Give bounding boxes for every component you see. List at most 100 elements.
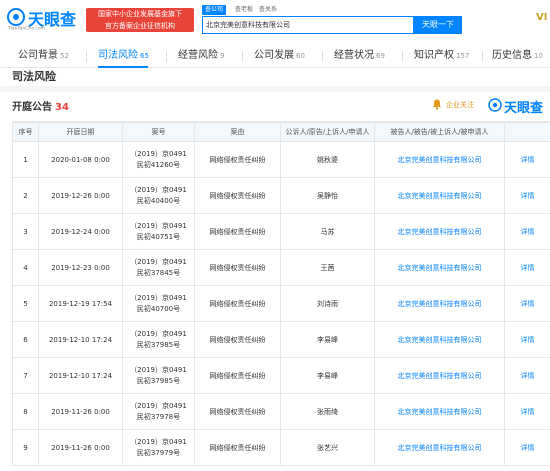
tab-company-background[interactable]: 公司背景 52: [18, 44, 69, 68]
detail-link[interactable]: 详情: [504, 429, 550, 466]
cell-index: 8: [12, 393, 39, 430]
tab-company-development[interactable]: 公司发展 60: [254, 44, 305, 68]
cell-defendant-link[interactable]: 北京完美创意科技有限公司: [374, 177, 505, 214]
cell-case-no: （2019）京0491 民初37978号: [122, 393, 195, 430]
table-header-row: 序号 开庭日期 案号 案由 公诉人/原告/上诉人/申请人 被告人/被告/被上诉人…: [12, 122, 550, 142]
search-tab-boss[interactable]: 查老板: [232, 5, 256, 15]
cell-case-no: （2019）京0491 民初41260号: [122, 141, 195, 178]
case-no-line1: （2019）京0491: [130, 149, 187, 158]
cell-defendant-link[interactable]: 北京完美创意科技有限公司: [374, 249, 505, 286]
cell-index: 7: [12, 357, 39, 394]
tab-business-status[interactable]: 经营状况 69: [334, 44, 385, 68]
badge-line-2: 官方备案企业征信机构: [105, 22, 175, 30]
case-no-line1: （2019）京0491: [130, 293, 187, 302]
tab-intellectual-property[interactable]: 知识产权 157: [414, 44, 469, 68]
table-row: 7 2019-12-10 17:24 （2019）京0491 民初37985号 网…: [12, 357, 550, 394]
cell-case-no: （2019）京0491 民初40700号: [122, 285, 195, 322]
table-row: 6 2019-12-10 17:24 （2019）京0491 民初37985号 网…: [12, 321, 550, 358]
cell-defendant-link[interactable]: 北京完美创意科技有限公司: [374, 321, 505, 358]
header: 天眼查 TianYanCha.com 国家中小企业发展基金旗下 官方备案企业征信…: [0, 0, 550, 44]
cell-date: 2020-01-08 0:00: [38, 141, 123, 178]
detail-link[interactable]: 详情: [504, 213, 550, 250]
case-no-line1: （2019）京0491: [130, 221, 187, 230]
tab-count: 60: [296, 52, 305, 60]
tab-count: 10: [534, 52, 543, 60]
tab-history[interactable]: 历史信息 10: [492, 44, 543, 68]
case-no-line1: （2019）京0491: [130, 401, 187, 410]
cell-plaintiff: 王茜: [280, 249, 375, 286]
watermark-eye-icon: [488, 98, 502, 112]
case-no-line2: 民初37979号: [136, 448, 181, 457]
table-row: 4 2019-12-23 0:00 （2019）京0491 民初37845号 网络…: [12, 249, 550, 286]
logo-subtext: TianYanCha.com: [8, 26, 46, 32]
search-tab-relation[interactable]: 查关系: [256, 5, 280, 15]
case-no-line1: （2019）京0491: [130, 365, 187, 374]
cell-defendant-link[interactable]: 北京完美创意科技有限公司: [374, 357, 505, 394]
cell-defendant-link[interactable]: 北京完美创意科技有限公司: [374, 141, 505, 178]
case-no-line2: 民初37985号: [136, 376, 181, 385]
cell-index: 2: [12, 177, 39, 214]
case-no-line2: 民初40700号: [136, 304, 181, 313]
vip-link[interactable]: VI: [536, 12, 547, 23]
cell-date: 2019-12-23 0:00: [38, 249, 123, 286]
tab-label: 公司背景: [18, 50, 58, 61]
detail-link[interactable]: 详情: [504, 321, 550, 358]
cell-date: 2019-12-10 17:24: [38, 321, 123, 358]
case-no-line2: 民初37985号: [136, 340, 181, 349]
table-row: 5 2019-12-19 17:54 （2019）京0491 民初40700号 网…: [12, 285, 550, 322]
cell-cause: 网络侵权责任纠纷: [194, 321, 281, 358]
cell-defendant-link[interactable]: 北京完美创意科技有限公司: [374, 393, 505, 430]
case-no-line1: （2019）京0491: [130, 437, 187, 446]
search-input[interactable]: 北京完美创意科技有限公司: [202, 16, 414, 34]
logo[interactable]: 天眼查 TianYanCha.com: [6, 6, 78, 36]
col-header-action: [504, 122, 550, 142]
cell-defendant-link[interactable]: 北京完美创意科技有限公司: [374, 285, 505, 322]
cell-cause: 网络侵权责任纠纷: [194, 357, 281, 394]
cell-cause: 网络侵权责任纠纷: [194, 393, 281, 430]
cell-cause: 网络侵权责任纠纷: [194, 177, 281, 214]
detail-link[interactable]: 详情: [504, 393, 550, 430]
detail-link[interactable]: 详情: [504, 357, 550, 394]
cell-date: 2019-12-26 0:00: [38, 177, 123, 214]
tab-label: 历史信息: [492, 50, 532, 61]
col-header-cause: 案由: [194, 122, 281, 142]
col-header-date: 开庭日期: [38, 122, 123, 142]
case-no-line2: 民初40400号: [136, 196, 181, 205]
official-badge[interactable]: 国家中小企业发展基金旗下 官方备案企业征信机构: [86, 8, 194, 32]
cell-defendant-link[interactable]: 北京完美创意科技有限公司: [374, 429, 505, 466]
case-no-line2: 民初40751号: [136, 232, 181, 241]
case-no-line1: （2019）京0491: [130, 329, 187, 338]
cell-index: 4: [12, 249, 39, 286]
tab-legal-risk[interactable]: 司法风险 65: [98, 44, 149, 68]
search-button[interactable]: 天眼一下: [414, 16, 462, 34]
detail-link[interactable]: 详情: [504, 249, 550, 286]
detail-link[interactable]: 详情: [504, 285, 550, 322]
follow-company-button[interactable]: 企业关注: [446, 100, 474, 110]
table-row: 2 2019-12-26 0:00 （2019）京0491 民初40400号 网络…: [12, 177, 550, 214]
col-header-plaintiff: 公诉人/原告/上诉人/申请人: [280, 122, 375, 142]
detail-link[interactable]: 详情: [504, 141, 550, 178]
col-header-defendant: 被告人/被告/被上诉人/被申请人: [374, 122, 505, 142]
tab-count: 69: [376, 52, 385, 60]
cell-plaintiff: 姚秋婆: [280, 141, 375, 178]
bell-icon: [432, 99, 442, 110]
nav-divider: [402, 51, 403, 62]
cell-cause: 网络侵权责任纠纷: [194, 213, 281, 250]
case-no-line2: 民初37845号: [136, 268, 181, 277]
tab-operating-risk[interactable]: 经营风险 9: [178, 44, 224, 68]
cell-date: 2019-12-24 0:00: [38, 213, 123, 250]
detail-link[interactable]: 详情: [504, 177, 550, 214]
cell-cause: 网络侵权责任纠纷: [194, 249, 281, 286]
tab-count: 157: [456, 52, 470, 60]
table-row: 1 2020-01-08 0:00 （2019）京0491 民初41260号 网络…: [12, 141, 550, 178]
cell-cause: 网络侵权责任纠纷: [194, 141, 281, 178]
tab-count: 65: [140, 52, 149, 60]
table-row: 3 2019-12-24 0:00 （2019）京0491 民初40751号 网络…: [12, 213, 550, 250]
table-row: 8 2019-11-26 0:00 （2019）京0491 民初37978号 网络…: [12, 393, 550, 430]
cell-defendant-link[interactable]: 北京完美创意科技有限公司: [374, 213, 505, 250]
cell-case-no: （2019）京0491 民初37985号: [122, 357, 195, 394]
cell-index: 5: [12, 285, 39, 322]
search-tab-company[interactable]: 查公司: [202, 5, 227, 15]
case-no-line2: 民初41260号: [136, 160, 181, 169]
cell-plaintiff: 张雨绮: [280, 393, 375, 430]
